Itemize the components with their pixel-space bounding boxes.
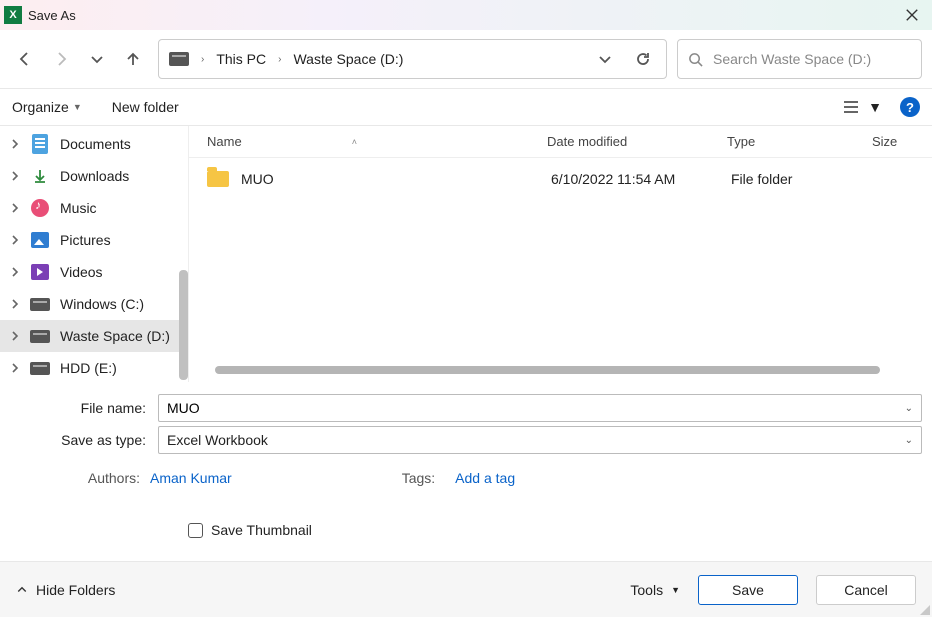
forward-button[interactable] — [52, 50, 70, 68]
file-row[interactable]: MUO 6/10/2022 11:54 AM File folder — [189, 158, 932, 194]
sidebar-item-label: HDD (E:) — [60, 360, 117, 376]
expand-chevron-icon[interactable] — [10, 363, 20, 373]
chevron-down-icon: ▼ — [73, 102, 82, 112]
refresh-button[interactable] — [634, 50, 652, 68]
expand-chevron-icon[interactable] — [10, 267, 20, 277]
new-folder-button[interactable]: New folder — [112, 99, 179, 115]
pic-icon — [30, 230, 50, 250]
tags-value[interactable]: Add a tag — [455, 470, 515, 486]
file-list-pane: Name˄ Date modified Type Size MUO 6/10/2… — [188, 126, 932, 382]
drive-icon — [169, 52, 189, 66]
expand-chevron-icon[interactable] — [10, 171, 20, 181]
expand-chevron-icon[interactable] — [10, 299, 20, 309]
file-date: 6/10/2022 11:54 AM — [551, 171, 731, 187]
savetype-field[interactable]: Excel Workbook ⌄ — [158, 426, 922, 454]
filename-input[interactable] — [167, 400, 905, 416]
organize-button[interactable]: Organize▼ — [12, 99, 82, 115]
drive-icon — [30, 358, 50, 378]
tags-label: Tags: — [402, 470, 445, 486]
sidebar-item-label: Music — [60, 200, 97, 216]
file-name: MUO — [241, 171, 551, 187]
sidebar-item[interactable]: Downloads — [0, 160, 188, 192]
list-view-icon — [842, 100, 860, 114]
cancel-button[interactable]: Cancel — [816, 575, 916, 605]
sidebar-item-label: Pictures — [60, 232, 111, 248]
sidebar-item[interactable]: Documents — [0, 128, 188, 160]
up-button[interactable] — [124, 50, 142, 68]
sidebar-item[interactable]: Windows (C:) — [0, 288, 188, 320]
filename-field[interactable]: ⌄ — [158, 394, 922, 422]
savetype-label: Save as type: — [10, 432, 150, 448]
close-button[interactable] — [900, 3, 924, 27]
back-button[interactable] — [16, 50, 34, 68]
sidebar-item[interactable]: Pictures — [0, 224, 188, 256]
search-icon — [688, 52, 703, 67]
hide-folders-button[interactable]: Hide Folders — [16, 582, 115, 598]
sidebar-item[interactable]: HDD (E:) — [0, 352, 188, 382]
column-headers: Name˄ Date modified Type Size — [189, 126, 932, 158]
column-header-name[interactable]: Name˄ — [189, 134, 529, 149]
search-input[interactable] — [713, 51, 911, 67]
expand-chevron-icon[interactable] — [10, 139, 20, 149]
address-dropdown-button[interactable] — [596, 50, 614, 68]
toolbar: Organize▼ New folder ▼ ? — [0, 88, 932, 126]
folder-icon — [207, 171, 229, 187]
save-form: File name: ⌄ Save as type: Excel Workboo… — [0, 382, 932, 552]
help-button[interactable]: ? — [900, 97, 920, 117]
sidebar: Documents Downloads Music Pictures Video… — [0, 126, 188, 382]
chevron-down-icon: ▼ — [671, 585, 680, 595]
sidebar-scrollbar[interactable] — [179, 270, 188, 380]
sidebar-item[interactable]: Waste Space (D:) — [0, 320, 188, 352]
save-button[interactable]: Save — [698, 575, 798, 605]
address-bar[interactable]: › This PC › Waste Space (D:) — [158, 39, 667, 79]
column-header-type[interactable]: Type — [709, 134, 854, 149]
recent-locations-button[interactable] — [88, 50, 106, 68]
view-options-button[interactable]: ▼ — [842, 99, 882, 115]
save-thumbnail-checkbox[interactable] — [188, 523, 203, 538]
authors-label: Authors: — [10, 470, 150, 486]
vid-icon — [30, 262, 50, 282]
excel-icon — [4, 6, 22, 24]
drive-icon — [30, 326, 50, 346]
horizontal-scrollbar-track[interactable] — [201, 362, 920, 378]
resize-grip[interactable] — [918, 603, 930, 615]
window-title: Save As — [28, 8, 76, 23]
breadcrumb-this-pc[interactable]: This PC — [212, 49, 270, 69]
chevron-down-icon: ▼ — [868, 99, 882, 115]
title-bar: Save As — [0, 0, 932, 30]
drive-icon — [30, 294, 50, 314]
chevron-up-icon — [16, 584, 28, 596]
expand-chevron-icon[interactable] — [10, 203, 20, 213]
breadcrumb-separator-icon: › — [201, 54, 204, 65]
filename-dropdown-icon[interactable]: ⌄ — [905, 403, 913, 414]
footer: Hide Folders Tools ▼ Save Cancel — [0, 561, 932, 617]
authors-value[interactable]: Aman Kumar — [150, 470, 232, 486]
doc-icon — [30, 134, 50, 154]
breadcrumb-separator-icon: › — [278, 54, 281, 65]
down-icon — [30, 166, 50, 186]
horizontal-scrollbar-thumb[interactable] — [215, 366, 880, 374]
savetype-value: Excel Workbook — [167, 432, 268, 448]
sidebar-item[interactable]: Videos — [0, 256, 188, 288]
sidebar-item-label: Documents — [60, 136, 131, 152]
tools-button[interactable]: Tools ▼ — [630, 582, 680, 598]
navigation-row: › This PC › Waste Space (D:) — [0, 30, 932, 88]
sidebar-item-label: Downloads — [60, 168, 129, 184]
sidebar-item-label: Windows (C:) — [60, 296, 144, 312]
expand-chevron-icon[interactable] — [10, 331, 20, 341]
sidebar-item[interactable]: Music — [0, 192, 188, 224]
savetype-dropdown-icon[interactable]: ⌄ — [905, 435, 913, 446]
save-thumbnail-label: Save Thumbnail — [211, 522, 312, 538]
expand-chevron-icon[interactable] — [10, 235, 20, 245]
music-icon — [30, 198, 50, 218]
column-header-size[interactable]: Size — [854, 134, 932, 149]
search-box[interactable] — [677, 39, 922, 79]
column-header-date[interactable]: Date modified — [529, 134, 709, 149]
filename-label: File name: — [10, 400, 150, 416]
sidebar-item-label: Videos — [60, 264, 103, 280]
breadcrumb-drive[interactable]: Waste Space (D:) — [289, 49, 407, 69]
sort-ascending-icon: ˄ — [352, 137, 357, 147]
sidebar-item-label: Waste Space (D:) — [60, 328, 170, 344]
file-type: File folder — [731, 171, 881, 187]
